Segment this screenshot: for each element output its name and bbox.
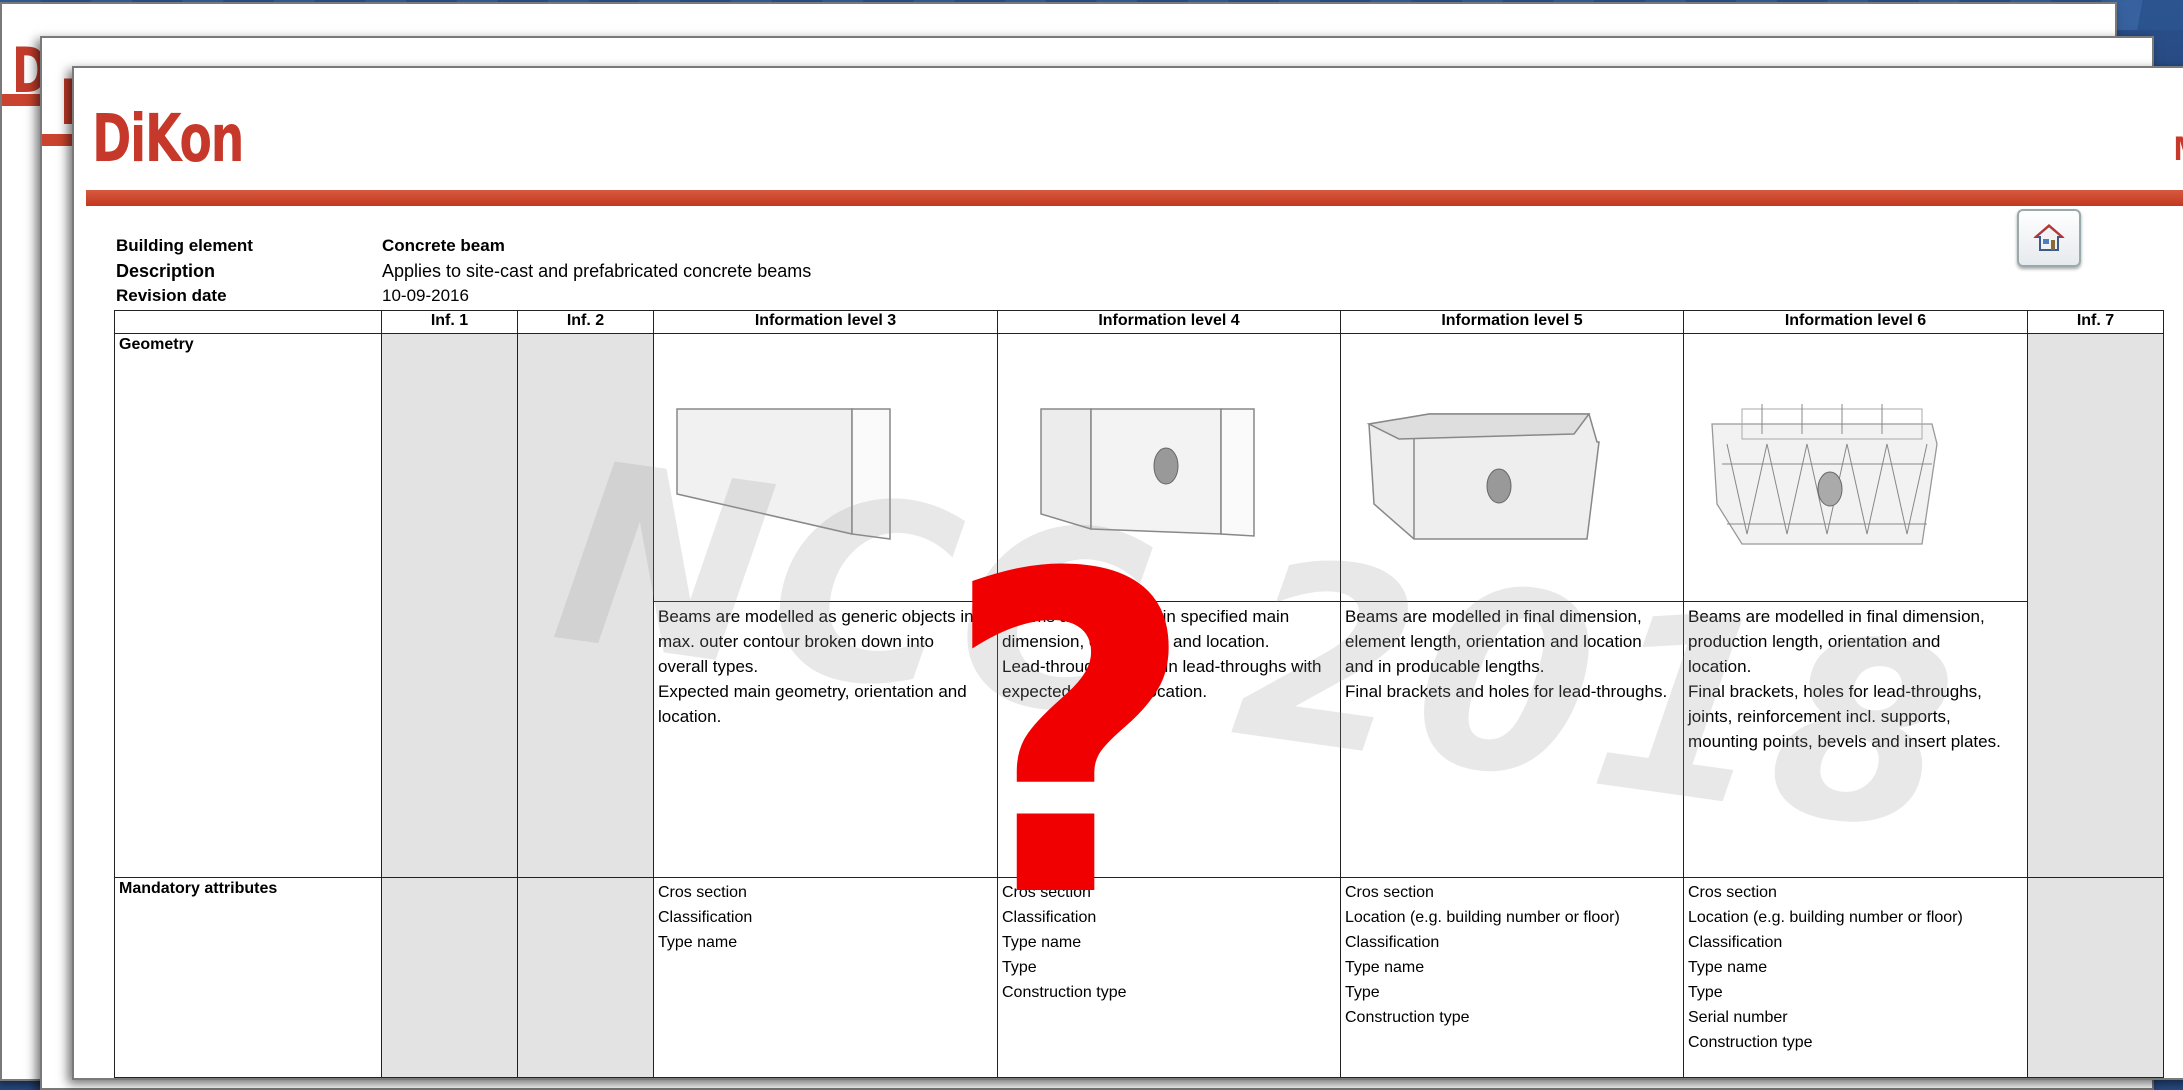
dikon-logo: DiKon [92, 100, 244, 177]
geometry-image-row: Geometry [114, 333, 2164, 878]
attribute-item: Type [1688, 984, 1723, 1001]
beam-level-3-illustration [676, 408, 891, 540]
description-line: joints, reinforcement incl. supports, [1688, 707, 1951, 726]
description-line: Beams are modelled in final dimension, [1688, 607, 1985, 626]
attributes-level-4: Cros section Classification Type name Ty… [997, 877, 1341, 1078]
meta-label: Revision date [116, 286, 227, 305]
attribute-item: Cros section [658, 884, 747, 901]
meta-value: 10-09-2016 [382, 286, 469, 305]
attribute-item: Cros section [1345, 884, 1434, 901]
column-header: Inf. 2 [517, 310, 654, 334]
empty-cell [2027, 877, 2164, 1078]
corner-text: M [2174, 130, 2183, 169]
home-button[interactable] [2017, 209, 2081, 267]
column-header: Inf. 1 [381, 310, 518, 334]
beam-level-5-illustration [1366, 413, 1600, 540]
attribute-item: Type name [658, 934, 738, 951]
description-line: Expected main geometry, orientation and [658, 682, 967, 701]
meta-value: Concrete beam [382, 236, 505, 255]
beam-image-level-4 [997, 333, 1341, 602]
meta-value: Applies to site-cast and prefabricated c… [382, 261, 812, 281]
column-header: Information level 3 [653, 310, 998, 334]
row-label-mandatory: Mandatory attributes [114, 877, 382, 1078]
attribute-item: Type [1345, 984, 1380, 1001]
beam-level-6-illustration [1711, 404, 1938, 545]
description-line: dimension, orientation and location. [1002, 632, 1270, 651]
description-line: Final brackets and holes for lead-throug… [1345, 682, 1668, 701]
description-line: location. [658, 707, 722, 726]
attribute-item: Type name [1002, 934, 1082, 951]
column-header: Information level 5 [1340, 310, 1684, 334]
attribute-item: Classification [1002, 909, 1097, 926]
description-line: location. [1688, 657, 1752, 676]
meta-label: Description [116, 261, 216, 281]
attribute-item: Location (e.g. building number or floor) [1345, 909, 1620, 926]
description-line: max. outer contour broken down into [658, 632, 934, 651]
information-level-table: Inf. 1 Inf. 2 Information level 3 Inform… [114, 310, 2164, 1078]
empty-cell [381, 877, 518, 1078]
description-level-6: Beams are modelled in final dimension, p… [1683, 601, 2028, 878]
document-sheet: DiKon M Building element Concrete beam D… [72, 66, 2183, 1080]
mandatory-attributes-row: Mandatory attributes Cros section Classi… [114, 877, 2164, 1078]
column-header: Inf. 7 [2027, 310, 2164, 334]
column-header: Information level 4 [997, 310, 1341, 334]
empty-cell [381, 333, 518, 878]
description-line: production length, orientation and [1688, 632, 1941, 651]
beam-image-level-5 [1340, 333, 1684, 602]
attribute-item: Location (e.g. building number or floor) [1688, 909, 1963, 926]
description-level-3: Beams are modelled as generic objects in… [653, 601, 998, 878]
attribute-item: Type name [1345, 959, 1425, 976]
description-line: overall types. [658, 657, 759, 676]
row-label-geometry: Geometry [114, 333, 382, 878]
meta-label: Building element [116, 236, 253, 255]
description-line: mounting points, bevels and insert plate… [1688, 732, 2001, 751]
attributes-level-5: Cros section Location (e.g. building num… [1340, 877, 1684, 1078]
description-line: Final brackets, holes for lead-throughs, [1688, 682, 1982, 701]
attribute-item: Classification [1688, 934, 1783, 951]
attribute-item: Type name [1688, 959, 1768, 976]
attribute-item: Construction type [1345, 1009, 1470, 1026]
header-red-bar [86, 190, 2183, 206]
attribute-item: Serial number [1688, 1009, 1788, 1026]
attribute-item: Construction type [1688, 1034, 1813, 1051]
description-line: and in producable lengths. [1345, 657, 1545, 676]
description-line: Beams are modelled in final dimension, [1345, 607, 1642, 626]
beam-image-level-6 [1683, 333, 2028, 602]
beam-image-level-3 [653, 333, 998, 602]
attribute-item: Cros section [1688, 884, 1777, 901]
description-line: Lead-throughs for main lead-throughs wit… [1002, 657, 1322, 676]
column-header: Information level 6 [1683, 310, 2028, 334]
empty-cell [2027, 333, 2164, 878]
attribute-item: Cros section [1002, 884, 1091, 901]
attributes-level-3: Cros section Classification Type name [653, 877, 998, 1078]
attributes-level-6: Cros section Location (e.g. building num… [1683, 877, 2028, 1078]
header-blank [114, 310, 382, 334]
beam-level-4-illustration [1040, 408, 1255, 537]
description-line: Beams are modelled as generic objects in [658, 607, 974, 626]
description-level-4: Beams are modelled in specified main dim… [997, 601, 1341, 878]
empty-cell [517, 333, 654, 878]
empty-cell [517, 877, 654, 1078]
attribute-item: Construction type [1002, 984, 1127, 1001]
attribute-item: Classification [1345, 934, 1440, 951]
description-level-5: Beams are modelled in final dimension, e… [1340, 601, 1684, 878]
table-header-row: Inf. 1 Inf. 2 Information level 3 Inform… [114, 310, 2164, 334]
description-line: Beams are modelled in specified main [1002, 607, 1290, 626]
attribute-item: Classification [658, 909, 753, 926]
home-icon [2033, 224, 2065, 251]
description-line: expected size and location. [1002, 682, 1208, 701]
description-line: element length, orientation and location [1345, 632, 1642, 651]
attribute-item: Type [1002, 959, 1037, 976]
